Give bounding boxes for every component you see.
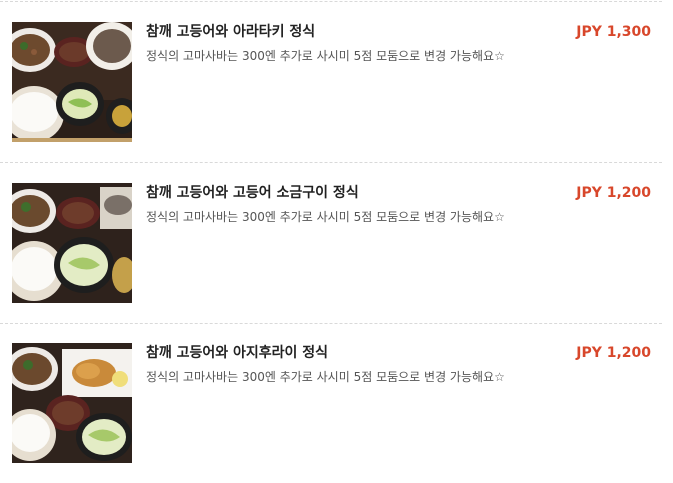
item-name: 참깨 고등어와 고등어 소금구이 정식	[146, 185, 359, 201]
set-meal-photo[interactable]	[12, 183, 132, 303]
set-meal-photo[interactable]	[12, 343, 132, 463]
menu-item[interactable]: 참깨 고등어와 고등어 소금구이 정식 정식의 고마사바는 300엔 추가로 사…	[0, 163, 673, 323]
item-description: 정식의 고마사바는 300엔 추가로 사시미 5점 모둠으로 변경 가능해요☆	[146, 370, 505, 384]
set-meal-photo[interactable]	[12, 22, 132, 142]
item-description: 정식의 고마사바는 300엔 추가로 사시미 5점 모둠으로 변경 가능해요☆	[146, 210, 505, 224]
menu-item[interactable]: 참깨 고등어와 아라타키 정식 정식의 고마사바는 300엔 추가로 사시미 5…	[0, 2, 673, 162]
item-name: 참깨 고등어와 아라타키 정식	[146, 24, 316, 40]
item-price: JPY 1,200	[576, 185, 651, 201]
item-price: JPY 1,300	[576, 24, 651, 40]
item-name: 참깨 고등어와 아지후라이 정식	[146, 345, 329, 361]
menu-item[interactable]: 참깨 고등어와 아지후라이 정식 정식의 고마사바는 300엔 추가로 사시미 …	[0, 323, 673, 483]
item-price: JPY 1,200	[576, 345, 651, 361]
item-description: 정식의 고마사바는 300엔 추가로 사시미 5점 모둠으로 변경 가능해요☆	[146, 49, 505, 63]
